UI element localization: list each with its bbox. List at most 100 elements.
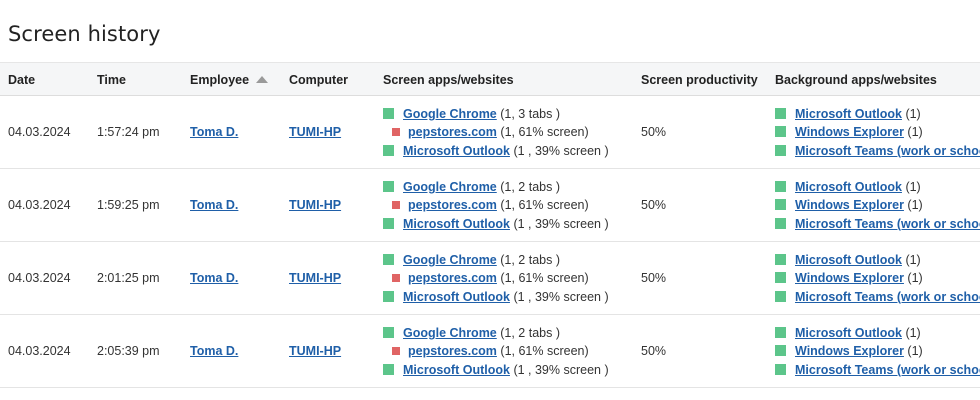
screen-app-link[interactable]: Microsoft Outlook: [403, 363, 510, 377]
screen-app-link[interactable]: Google Chrome: [403, 180, 497, 194]
screen-app-item: Google Chrome (1, 2 tabs ): [383, 178, 560, 196]
red-square-icon: [392, 347, 400, 355]
background-app-link[interactable]: Microsoft Teams (work or school): [795, 217, 980, 231]
column-header-date[interactable]: Date: [8, 63, 35, 97]
time-cell: 2:05:39 pm: [97, 344, 160, 358]
background-app-link[interactable]: Microsoft Teams (work or school): [795, 363, 980, 377]
green-square-icon: [383, 108, 394, 119]
background-app-link[interactable]: Microsoft Outlook: [795, 107, 902, 121]
screen-app-link[interactable]: pepstores.com: [408, 125, 497, 139]
sort-ascending-icon[interactable]: [256, 76, 269, 83]
computer-link[interactable]: TUMI-HP: [289, 344, 341, 358]
background-app-item: Microsoft Teams (work or school): [775, 142, 980, 160]
computer-cell: TUMI-HP: [289, 242, 341, 314]
screen-history-table: Date Time Employee Computer Screen apps/…: [0, 62, 980, 388]
screen-app-detail: (1 , 39% screen ): [513, 144, 609, 158]
date-cell: 04.03.2024: [8, 344, 71, 358]
screen-app-link[interactable]: Microsoft Outlook: [403, 144, 510, 158]
computer-link[interactable]: TUMI-HP: [289, 271, 341, 285]
employee-link[interactable]: Toma D.: [190, 125, 238, 139]
screen-app-item: pepstores.com (1, 61% screen): [383, 196, 589, 214]
screen-app-link[interactable]: Microsoft Outlook: [403, 217, 510, 231]
background-app-item: Microsoft Teams (work or school): [775, 215, 980, 233]
background-app-link[interactable]: Microsoft Outlook: [795, 180, 902, 194]
screen-app-link[interactable]: Google Chrome: [403, 326, 497, 340]
column-header-employee-label: Employee: [190, 73, 250, 87]
red-square-icon: [392, 274, 400, 282]
screen-app-item: Google Chrome (1, 2 tabs ): [383, 324, 560, 342]
green-square-icon: [775, 126, 786, 137]
background-app-link[interactable]: Microsoft Teams (work or school): [795, 290, 980, 304]
column-header-time[interactable]: Time: [97, 63, 126, 97]
green-square-icon: [775, 218, 786, 229]
table-header: Date Time Employee Computer Screen apps/…: [0, 62, 980, 96]
computer-cell: TUMI-HP: [289, 96, 341, 168]
background-app-detail: (1): [907, 344, 923, 358]
time-cell: 2:01:25 pm: [97, 271, 160, 285]
background-app-item: Windows Explorer (1): [775, 123, 923, 141]
screen-app-item: Microsoft Outlook (1 , 39% screen ): [383, 361, 609, 379]
green-square-icon: [383, 254, 394, 265]
green-square-icon: [775, 254, 786, 265]
date-cell: 04.03.2024: [8, 198, 71, 212]
table-row: 04.03.2024 2:05:39 pm Toma D. TUMI-HP Go…: [0, 315, 980, 388]
column-header-screen-apps[interactable]: Screen apps/websites: [383, 63, 514, 97]
background-app-item: Windows Explorer (1): [775, 196, 923, 214]
background-app-link[interactable]: Microsoft Outlook: [795, 326, 902, 340]
background-app-item: Microsoft Outlook (1): [775, 178, 921, 196]
screen-app-item: Google Chrome (1, 3 tabs ): [383, 105, 560, 123]
green-square-icon: [775, 199, 786, 210]
background-app-item: Microsoft Outlook (1): [775, 251, 921, 269]
background-app-detail: (1): [905, 107, 921, 121]
computer-link[interactable]: TUMI-HP: [289, 198, 341, 212]
green-square-icon: [383, 145, 394, 156]
screen-app-detail: (1, 2 tabs ): [500, 326, 560, 340]
productivity-cell: 50%: [641, 344, 667, 358]
employee-link[interactable]: Toma D.: [190, 198, 238, 212]
screen-app-link[interactable]: pepstores.com: [408, 344, 497, 358]
green-square-icon: [775, 291, 786, 302]
column-header-employee[interactable]: Employee: [190, 63, 269, 97]
productivity-cell: 50%: [641, 198, 667, 212]
background-app-link[interactable]: Windows Explorer: [795, 125, 904, 139]
screen-app-item: Google Chrome (1, 2 tabs ): [383, 251, 560, 269]
background-app-link[interactable]: Windows Explorer: [795, 344, 904, 358]
screen-app-detail: (1, 3 tabs ): [500, 107, 560, 121]
green-square-icon: [775, 327, 786, 338]
background-app-item: Windows Explorer (1): [775, 342, 923, 360]
employee-link[interactable]: Toma D.: [190, 344, 238, 358]
screen-app-link[interactable]: Google Chrome: [403, 107, 497, 121]
green-square-icon: [775, 108, 786, 119]
date-cell: 04.03.2024: [8, 271, 71, 285]
screen-app-item: Microsoft Outlook (1 , 39% screen ): [383, 215, 609, 233]
screen-app-link[interactable]: Microsoft Outlook: [403, 290, 510, 304]
screen-app-item: Microsoft Outlook (1 , 39% screen ): [383, 142, 609, 160]
employee-link[interactable]: Toma D.: [190, 271, 238, 285]
background-app-detail: (1): [907, 271, 923, 285]
computer-link[interactable]: TUMI-HP: [289, 125, 341, 139]
screen-app-item: pepstores.com (1, 61% screen): [383, 123, 589, 141]
employee-cell: Toma D.: [190, 315, 238, 387]
computer-cell: TUMI-HP: [289, 315, 341, 387]
screen-app-item: Microsoft Outlook (1 , 39% screen ): [383, 288, 609, 306]
screen-app-item: pepstores.com (1, 61% screen): [383, 342, 589, 360]
screen-app-link[interactable]: pepstores.com: [408, 271, 497, 285]
screen-app-detail: (1, 2 tabs ): [500, 180, 560, 194]
background-app-detail: (1): [905, 253, 921, 267]
table-row: 04.03.2024 1:57:24 pm Toma D. TUMI-HP Go…: [0, 96, 980, 169]
background-app-detail: (1): [905, 180, 921, 194]
background-app-detail: (1): [905, 326, 921, 340]
background-app-link[interactable]: Microsoft Outlook: [795, 253, 902, 267]
column-header-background-apps[interactable]: Background apps/websites: [775, 63, 937, 97]
screen-app-link[interactable]: Google Chrome: [403, 253, 497, 267]
background-app-item: Microsoft Outlook (1): [775, 105, 921, 123]
background-app-link[interactable]: Windows Explorer: [795, 198, 904, 212]
green-square-icon: [775, 364, 786, 375]
screen-app-link[interactable]: pepstores.com: [408, 198, 497, 212]
column-header-screen-productivity[interactable]: Screen productivity: [641, 63, 758, 97]
background-app-link[interactable]: Microsoft Teams (work or school): [795, 144, 980, 158]
green-square-icon: [383, 327, 394, 338]
background-app-link[interactable]: Windows Explorer: [795, 271, 904, 285]
column-header-computer[interactable]: Computer: [289, 63, 348, 97]
background-app-item: Microsoft Outlook (1): [775, 324, 921, 342]
